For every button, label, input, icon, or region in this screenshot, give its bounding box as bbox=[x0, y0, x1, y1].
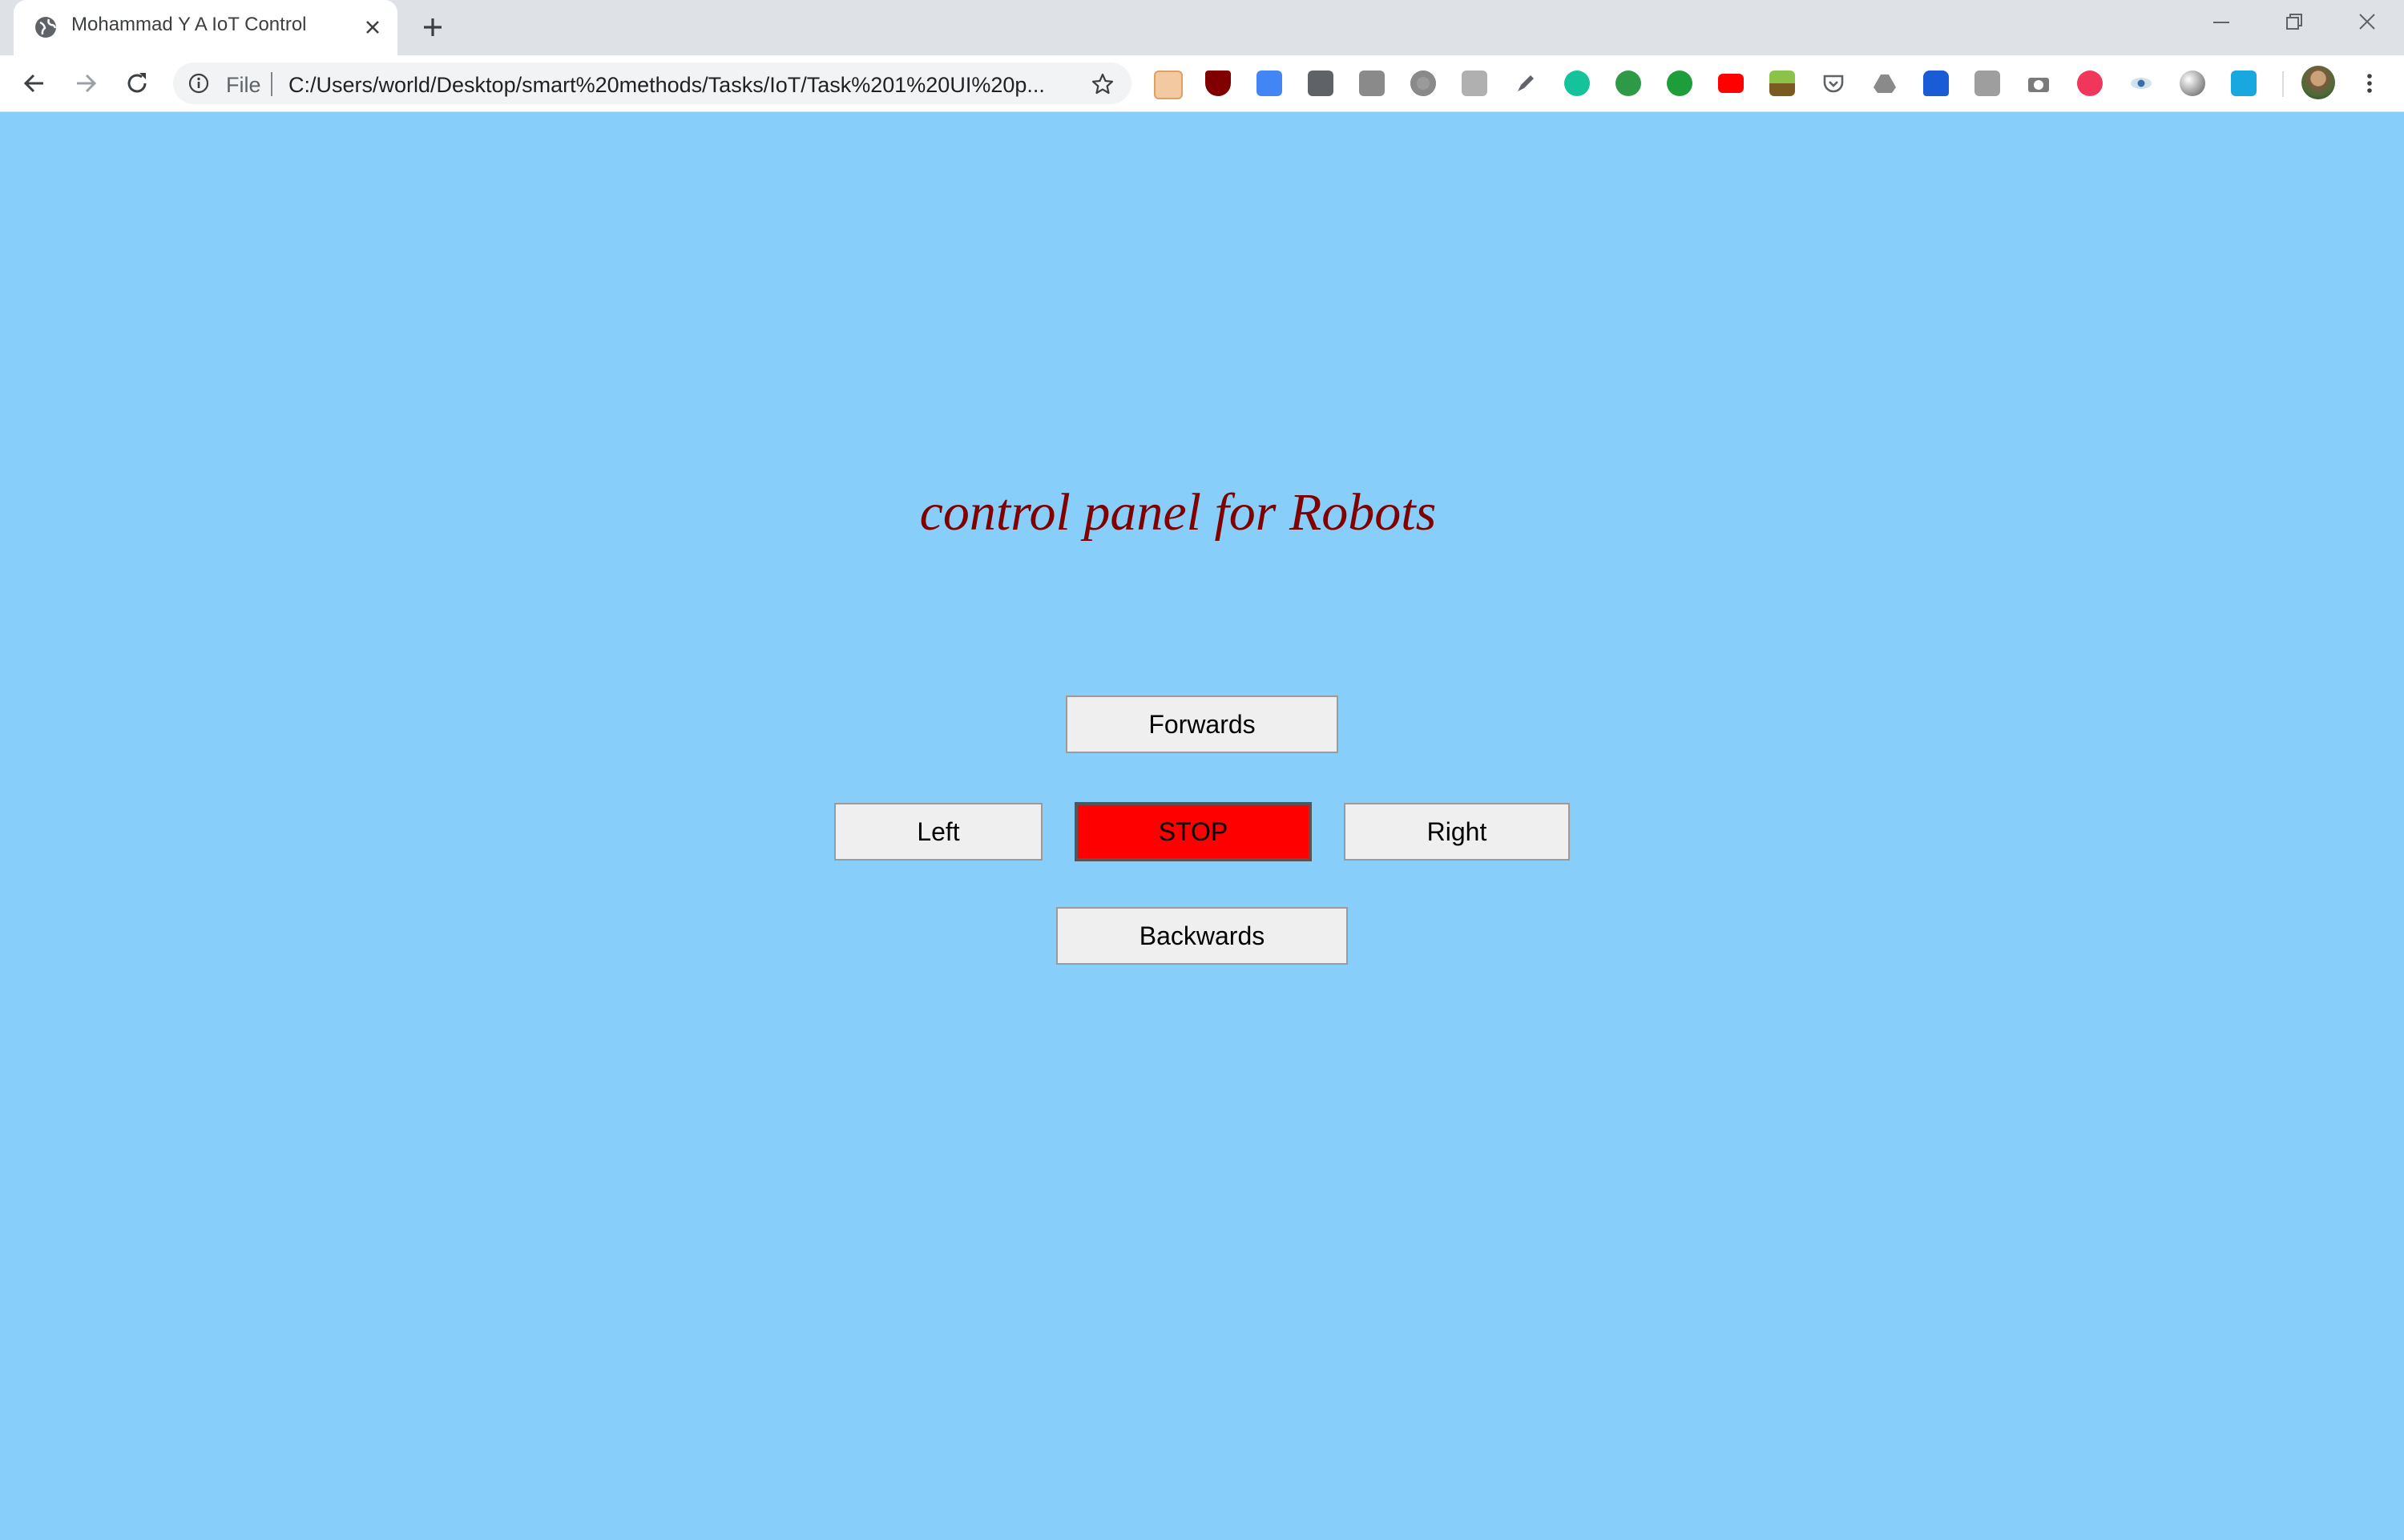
share-extension-icon[interactable] bbox=[2231, 71, 2257, 96]
right-button[interactable]: Right bbox=[1344, 803, 1570, 861]
forward-arrow-icon[interactable] bbox=[71, 68, 101, 99]
eye-extension-icon[interactable] bbox=[2128, 71, 2154, 96]
page-title: control panel for Robots bbox=[919, 483, 1437, 542]
globe-icon bbox=[35, 17, 57, 38]
lightbulb-extension-icon[interactable] bbox=[1308, 71, 1333, 96]
face-extension-icon[interactable] bbox=[1154, 71, 1183, 99]
plant-extension-icon[interactable] bbox=[1769, 71, 1795, 96]
restore-icon[interactable] bbox=[2277, 10, 2309, 35]
drive-icon[interactable] bbox=[1872, 71, 1898, 96]
scheme-divider bbox=[271, 72, 272, 96]
highlighter-icon[interactable] bbox=[1513, 71, 1539, 96]
left-button[interactable]: Left bbox=[834, 803, 1043, 861]
tab-strip: Mohammad Y A IoT Control bbox=[0, 0, 2404, 55]
google-translate-icon[interactable] bbox=[1256, 71, 1282, 96]
dark-mode-icon[interactable] bbox=[2180, 71, 2205, 96]
close-tab-icon[interactable] bbox=[360, 14, 385, 40]
backwards-button[interactable]: Backwards bbox=[1056, 907, 1348, 965]
k-extension-icon[interactable] bbox=[1462, 71, 1487, 96]
bookmark-star-icon[interactable] bbox=[1090, 71, 1115, 97]
back-arrow-icon[interactable] bbox=[19, 68, 50, 99]
grammar-check-icon[interactable] bbox=[1615, 71, 1641, 96]
scheme-label: File bbox=[226, 73, 261, 97]
pocket-icon[interactable] bbox=[1821, 71, 1846, 96]
reload-icon[interactable] bbox=[122, 68, 152, 99]
stop-button[interactable]: STOP bbox=[1075, 802, 1312, 861]
camera-icon[interactable] bbox=[2026, 71, 2051, 96]
youtube-extension-icon[interactable] bbox=[1718, 74, 1744, 93]
new-tab-icon[interactable] bbox=[418, 13, 447, 42]
info-icon[interactable] bbox=[188, 72, 210, 95]
address-bar[interactable]: File C:/Users/world/Desktop/smart%20meth… bbox=[173, 62, 1131, 104]
minimize-icon[interactable] bbox=[2205, 10, 2237, 35]
url-text[interactable]: C:/Users/world/Desktop/smart%20methods/T… bbox=[288, 73, 1098, 98]
screenshot-extension-icon[interactable] bbox=[1974, 71, 2000, 96]
more-menu-icon[interactable] bbox=[2356, 70, 2383, 97]
malwarebytes-icon[interactable] bbox=[1923, 71, 1949, 96]
page-content: control panel for Robots Forwards Left S… bbox=[0, 112, 2404, 1540]
close-window-icon[interactable] bbox=[2351, 10, 2383, 35]
forwards-button[interactable]: Forwards bbox=[1066, 695, 1338, 753]
toolbar-divider bbox=[2282, 71, 2284, 97]
t-extension-icon[interactable] bbox=[2077, 71, 2103, 96]
tab-title: Mohammad Y A IoT Control bbox=[71, 14, 307, 35]
grammarly-icon[interactable] bbox=[1564, 71, 1590, 96]
browser-tab[interactable]: Mohammad Y A IoT Control bbox=[14, 0, 397, 55]
pdf-extension-icon[interactable] bbox=[1359, 71, 1385, 96]
circle-extension-icon[interactable] bbox=[1410, 71, 1436, 96]
browser-toolbar: File C:/Users/world/Desktop/smart%20meth… bbox=[0, 55, 2404, 112]
ublock-icon[interactable] bbox=[1205, 71, 1231, 96]
profile-avatar[interactable] bbox=[2301, 66, 2335, 99]
checkmark-extension-icon[interactable] bbox=[1667, 71, 1692, 96]
